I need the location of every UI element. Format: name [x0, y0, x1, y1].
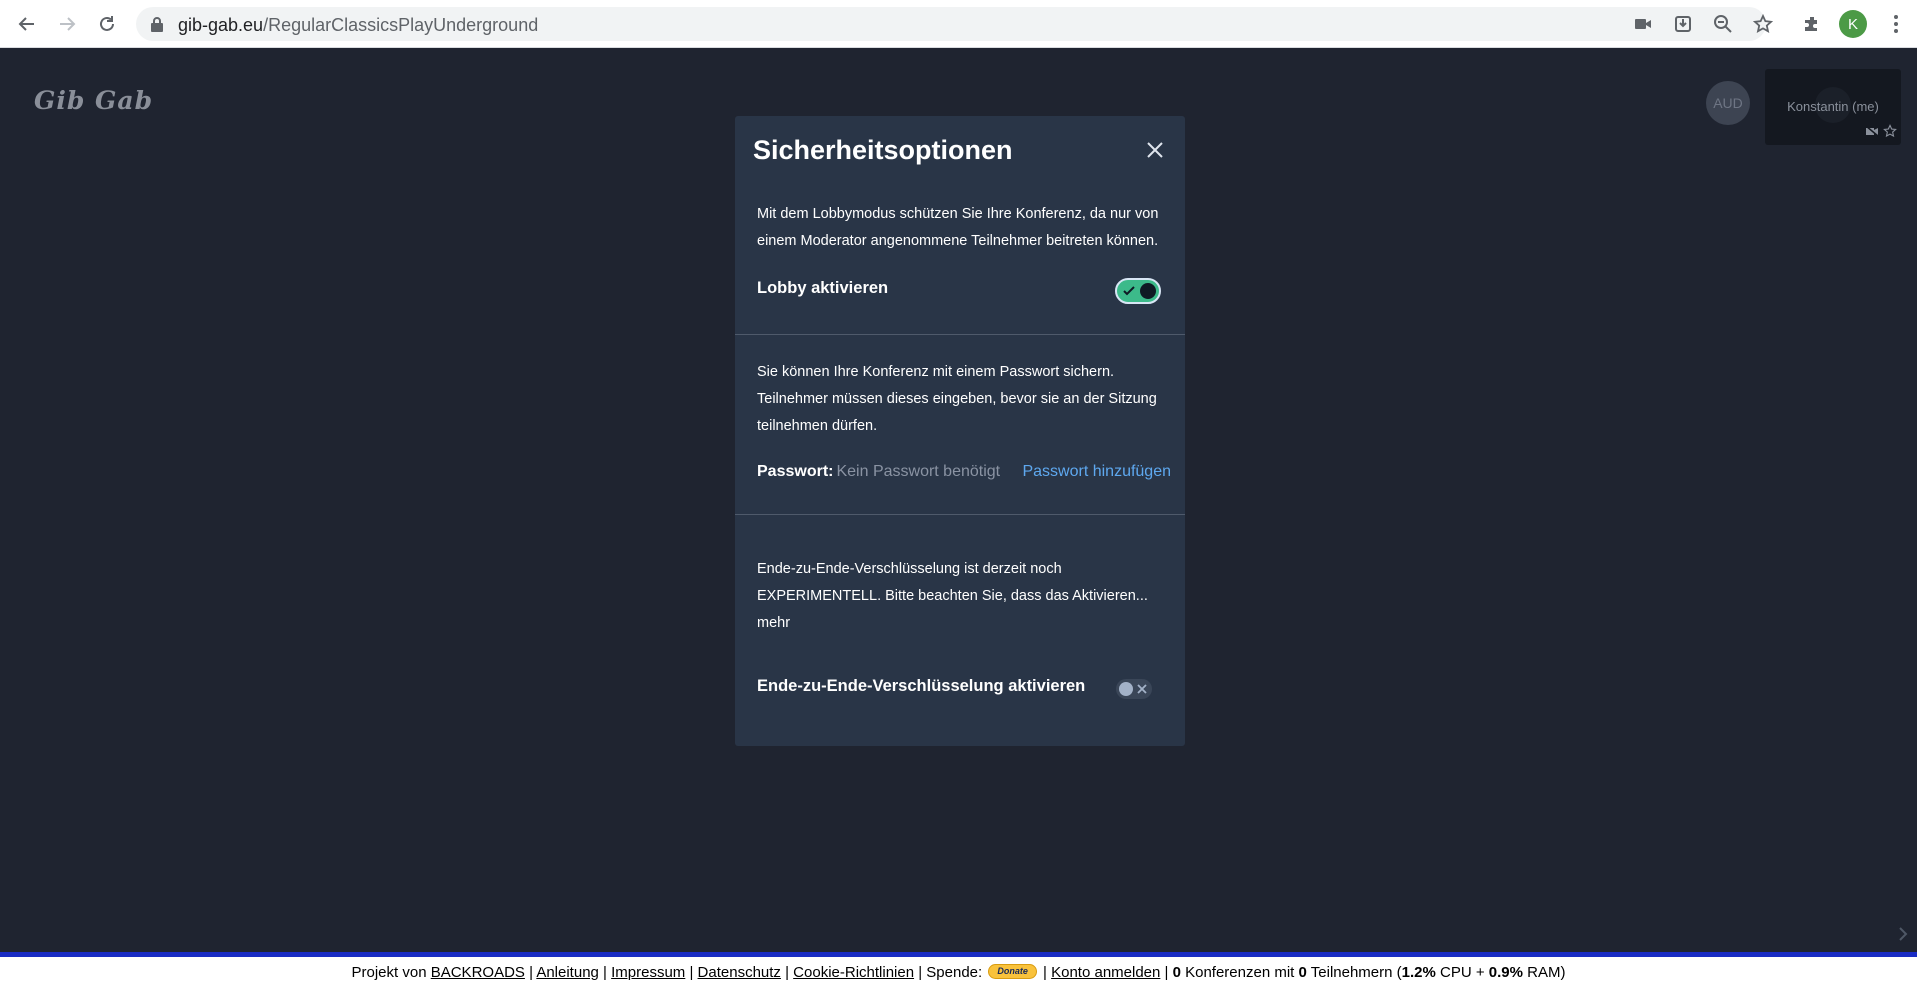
footer-bar: Projekt von BACKROADS | Anleitung | Impr… [0, 957, 1917, 988]
e2ee-toggle-label: Ende-zu-Ende-Verschlüsselung aktivieren [757, 677, 1086, 695]
e2ee-description: Ende-zu-Ende-Verschlüsselung ist derzeit… [757, 561, 1148, 631]
password-row: Passwort: Kein Passwort benötigt Passwort… [757, 463, 1171, 481]
lock-icon[interactable] [150, 16, 164, 32]
divider [735, 334, 1185, 335]
self-video-tile[interactable]: Konstantin (me) [1765, 69, 1901, 145]
conference-count: 0 [1172, 964, 1181, 981]
e2ee-section: Ende-zu-Ende-Verschlüsselung ist derzeit… [735, 556, 1185, 637]
ram-value: 0.9% [1488, 964, 1523, 981]
self-display-name: Konstantin (me) [1787, 99, 1879, 114]
camera-icon[interactable] [1630, 11, 1656, 37]
divider [735, 514, 1185, 515]
forward-icon[interactable] [53, 10, 81, 38]
toggle-knob [1140, 283, 1156, 299]
security-options-dialog: Sicherheitsoptionen Mit dem Lobbymodus s… [735, 116, 1185, 746]
reload-icon[interactable] [93, 10, 121, 38]
anleitung-link[interactable]: Anleitung [536, 964, 599, 981]
lobby-toggle-label: Lobby aktivieren [757, 279, 889, 297]
cookie-link[interactable]: Cookie-Richtlinien [793, 964, 914, 981]
more-link[interactable]: mehr [757, 615, 790, 631]
moderator-star-icon [1883, 124, 1897, 138]
conferences-text: Konferenzen mit [1185, 964, 1295, 981]
password-description: Sie können Ihre Konferenz mit einem Pass… [757, 364, 1157, 434]
x-icon [1137, 684, 1147, 694]
install-icon[interactable] [1670, 11, 1696, 37]
lobby-section: Mit dem Lobbymodus schützen Sie Ihre Kon… [735, 201, 1185, 255]
back-icon[interactable] [13, 10, 41, 38]
extensions-icon[interactable] [1799, 11, 1825, 37]
menu-dots-icon[interactable] [1886, 12, 1906, 36]
close-icon[interactable] [1141, 136, 1169, 164]
konto-link[interactable]: Konto anmelden [1051, 964, 1160, 981]
audience-avatar[interactable]: AUD [1706, 81, 1750, 125]
datenschutz-link[interactable]: Datenschutz [698, 964, 781, 981]
zoom-out-icon[interactable] [1710, 11, 1736, 37]
profile-avatar[interactable]: K [1839, 10, 1867, 38]
toggle-knob [1119, 682, 1133, 696]
url-text: gib-gab.eu/RegularClassicsPlayUndergroun… [178, 15, 539, 35]
chevron-right-icon[interactable] [1896, 924, 1910, 944]
impressum-link[interactable]: Impressum [611, 964, 685, 981]
spende-label: Spende: [926, 964, 983, 981]
cpu-text: CPU + [1440, 964, 1485, 981]
backroads-link[interactable]: BACKROADS [431, 964, 525, 981]
check-icon [1123, 286, 1135, 296]
bookmark-star-icon[interactable] [1750, 11, 1776, 37]
participant-count: 0 [1298, 964, 1307, 981]
e2ee-toggle[interactable] [1116, 679, 1152, 699]
ram-text: RAM) [1527, 964, 1566, 981]
password-label: Passwort: [757, 463, 834, 480]
address-bar[interactable]: gib-gab.eu/RegularClassicsPlayUndergroun… [136, 7, 1766, 41]
add-password-link[interactable]: Passwort hinzufügen [1022, 463, 1171, 481]
participants-text: Teilnehmern ( [1310, 964, 1402, 981]
cpu-value: 1.2% [1401, 964, 1436, 981]
browser-toolbar: gib-gab.eu/RegularClassicsPlayUndergroun… [0, 0, 1917, 48]
footer-prefix: Projekt von [351, 964, 427, 981]
password-value: Kein Passwort benötigt [836, 463, 1001, 480]
lobby-toggle[interactable] [1115, 278, 1161, 304]
donate-button[interactable]: Donate [988, 964, 1037, 980]
password-section: Sie können Ihre Konferenz mit einem Pass… [735, 359, 1185, 440]
dialog-title: Sicherheitsoptionen [753, 135, 1013, 165]
lobby-description: Mit dem Lobbymodus schützen Sie Ihre Kon… [757, 206, 1159, 249]
gibgab-logo[interactable]: Gib Gab [34, 86, 153, 115]
video-muted-icon [1865, 125, 1879, 137]
